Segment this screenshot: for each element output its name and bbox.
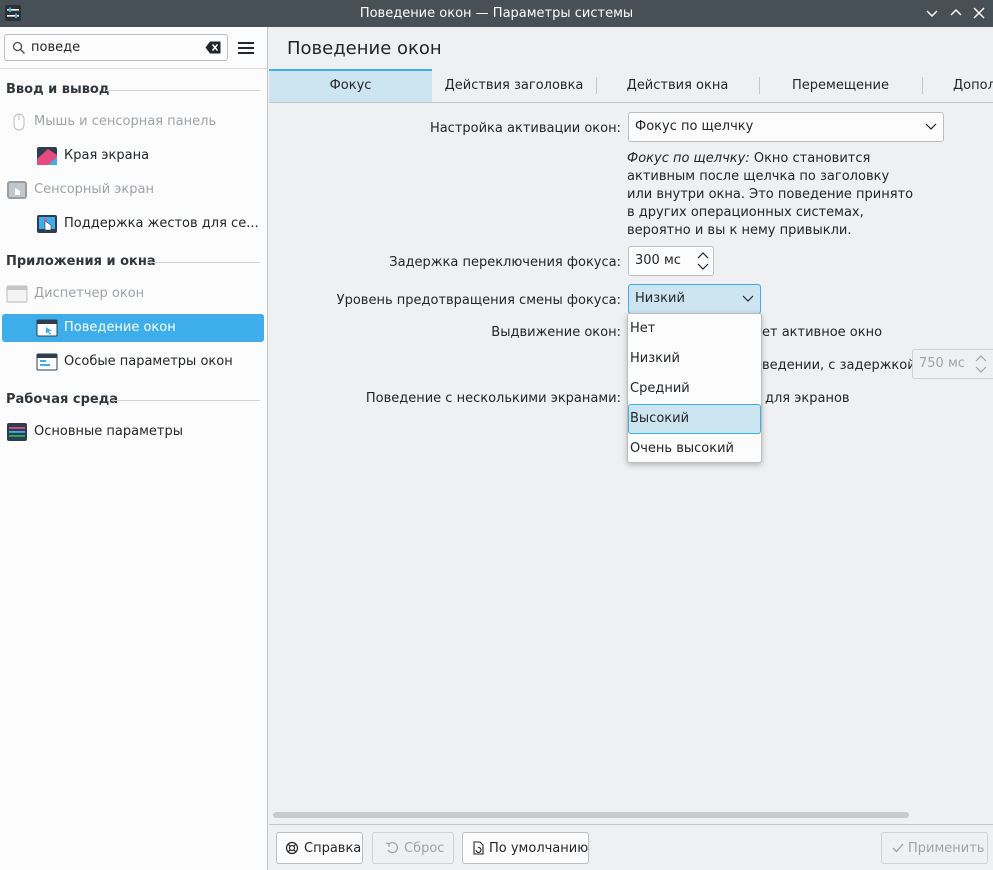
chevron-down-icon [926, 10, 938, 18]
button-label: По умолчанию [489, 841, 589, 856]
section-divider [106, 90, 260, 91]
activation-combo[interactable]: Фокус по щелчку [628, 112, 944, 142]
tab-titlebar-actions[interactable]: Действия заголовка [432, 69, 596, 102]
sidebar-item-label: Особые параметры окон [64, 354, 233, 369]
prevention-dropdown-list: Нет Низкий Средний Высокий Очень высокий [627, 313, 762, 463]
sidebar-item-label: Сенсорный экран [34, 182, 154, 197]
help-button[interactable]: Справка [276, 832, 363, 864]
prevention-combo[interactable]: Низкий [628, 284, 761, 314]
maximize-button[interactable] [947, 4, 965, 22]
sidebar-item-screen-edges[interactable]: Края экрана [2, 142, 264, 170]
document-revert-icon [473, 841, 484, 855]
chevron-down-icon [742, 295, 754, 302]
combo-value: Фокус по щелчку [635, 119, 754, 134]
undo-icon [385, 842, 398, 854]
combo-value: Низкий [635, 291, 685, 306]
sidebar-item-label: Основные параметры [34, 424, 183, 439]
tab-window-actions[interactable]: Действия окна [596, 69, 759, 102]
button-label: Применить [908, 841, 985, 856]
prevention-label: Уровень предотвращения смены фокуса: [336, 293, 621, 308]
delay-spinbox[interactable]: 300 мс [628, 246, 714, 276]
gesture-icon [37, 215, 57, 233]
sidebar-item-gestures[interactable]: Поддержка жестов для се... [2, 210, 264, 238]
reset-button[interactable]: Сброс [372, 832, 454, 864]
touchscreen-icon [7, 181, 27, 199]
chevron-up-icon [950, 8, 962, 16]
clear-text-icon[interactable] [205, 41, 221, 54]
sidebar-item-window-manager[interactable]: Диспетчер окон [2, 280, 264, 308]
multiscreen-option-text: для экранов [765, 391, 850, 406]
sidebar-item-touchscreen[interactable]: Сенсорный экран [2, 176, 264, 204]
close-button[interactable] [970, 4, 988, 22]
sidebar-separator [0, 68, 267, 69]
dropdown-option-very-high[interactable]: Очень высокий [628, 434, 761, 464]
sidebar-item-label: Поведение окон [64, 320, 176, 335]
raise-delay-text: ведении, с задержкой: [762, 358, 921, 373]
tab-focus[interactable]: Фокус [269, 69, 432, 102]
raise-delay-spinbox[interactable]: 750 мс [912, 349, 993, 379]
section-apps-windows: Приложения и окна [6, 254, 156, 269]
delay-label: Задержка переключения фокуса: [389, 255, 621, 270]
sidebar-item-label: Диспетчер окон [34, 286, 145, 301]
window-behavior-icon [36, 319, 58, 337]
activation-description: Фокус по щелчку: Окно становится активны… [627, 150, 917, 240]
multiscreen-label: Поведение с несколькими экранами: [365, 391, 621, 406]
window-title: Поведение окон — Параметры системы [359, 6, 634, 21]
chevron-down-icon [925, 123, 937, 130]
hamburger-menu-icon[interactable] [236, 38, 256, 58]
activation-label: Настройка активации окон: [429, 121, 621, 136]
button-bar-separator [269, 824, 993, 825]
sidebar-item-general[interactable]: Основные параметры [2, 418, 264, 446]
apply-button[interactable]: Применить [881, 832, 988, 864]
tab-movement[interactable]: Перемещение [759, 69, 922, 102]
section-input-output: Ввод и вывод [6, 82, 110, 97]
dropdown-option-medium[interactable]: Средний [628, 374, 761, 404]
spin-value: 300 мс [635, 253, 681, 268]
sidebar-item-mouse[interactable]: Мышь и сенсорная панель [2, 108, 264, 136]
section-workspace: Рабочая среда [6, 392, 118, 407]
dropdown-option-high[interactable]: Высокий [628, 404, 761, 434]
minimize-button[interactable] [923, 4, 941, 22]
sidebar: Ввод и вывод Мышь и сенсорная панель Кра… [0, 27, 268, 870]
button-label: Справка [304, 841, 362, 856]
close-icon [973, 7, 985, 19]
button-label: Сброс [404, 841, 445, 856]
title-bar: Поведение окон — Параметры системы [0, 0, 993, 27]
mouse-icon [13, 113, 25, 131]
window-manager-icon [6, 285, 28, 303]
page-title: Поведение окон [287, 38, 442, 59]
sidebar-item-window-rules[interactable]: Особые параметры окон [2, 348, 264, 376]
search-field[interactable] [4, 34, 228, 61]
tab-bar: Фокус Действия заголовка Действия окна П… [269, 69, 993, 103]
sidebar-item-label: Мышь и сенсорная панель [34, 114, 217, 129]
description-title: Фокус по щелчку: [627, 151, 750, 166]
tab-advanced[interactable]: Допол [922, 69, 993, 102]
sidebar-item-window-behavior[interactable]: Поведение окон [2, 314, 264, 342]
section-divider [147, 262, 260, 263]
help-lifebuoy-icon [285, 841, 299, 855]
sidebar-item-label: Края экрана [64, 148, 150, 163]
search-input[interactable] [31, 38, 201, 57]
dropdown-option-low[interactable]: Низкий [628, 344, 761, 374]
sidebar-item-label: Поддержка жестов для се... [64, 216, 259, 231]
check-icon [892, 843, 904, 853]
section-divider [111, 400, 260, 401]
spin-arrows-icon [975, 355, 987, 373]
defaults-button[interactable]: По умолчанию [462, 832, 589, 864]
dropdown-option-none[interactable]: Нет [628, 314, 761, 344]
spin-value: 750 мс [919, 356, 965, 371]
settings-icon [7, 423, 27, 441]
horizontal-scrollbar[interactable] [273, 812, 909, 818]
raise-option-text: ет активное окно [762, 325, 883, 340]
spin-arrows-icon[interactable] [697, 250, 709, 272]
raise-label: Выдвижение окон: [491, 325, 621, 340]
window-rules-icon [36, 353, 58, 371]
screen-edges-icon [37, 147, 57, 165]
search-icon [12, 41, 25, 54]
